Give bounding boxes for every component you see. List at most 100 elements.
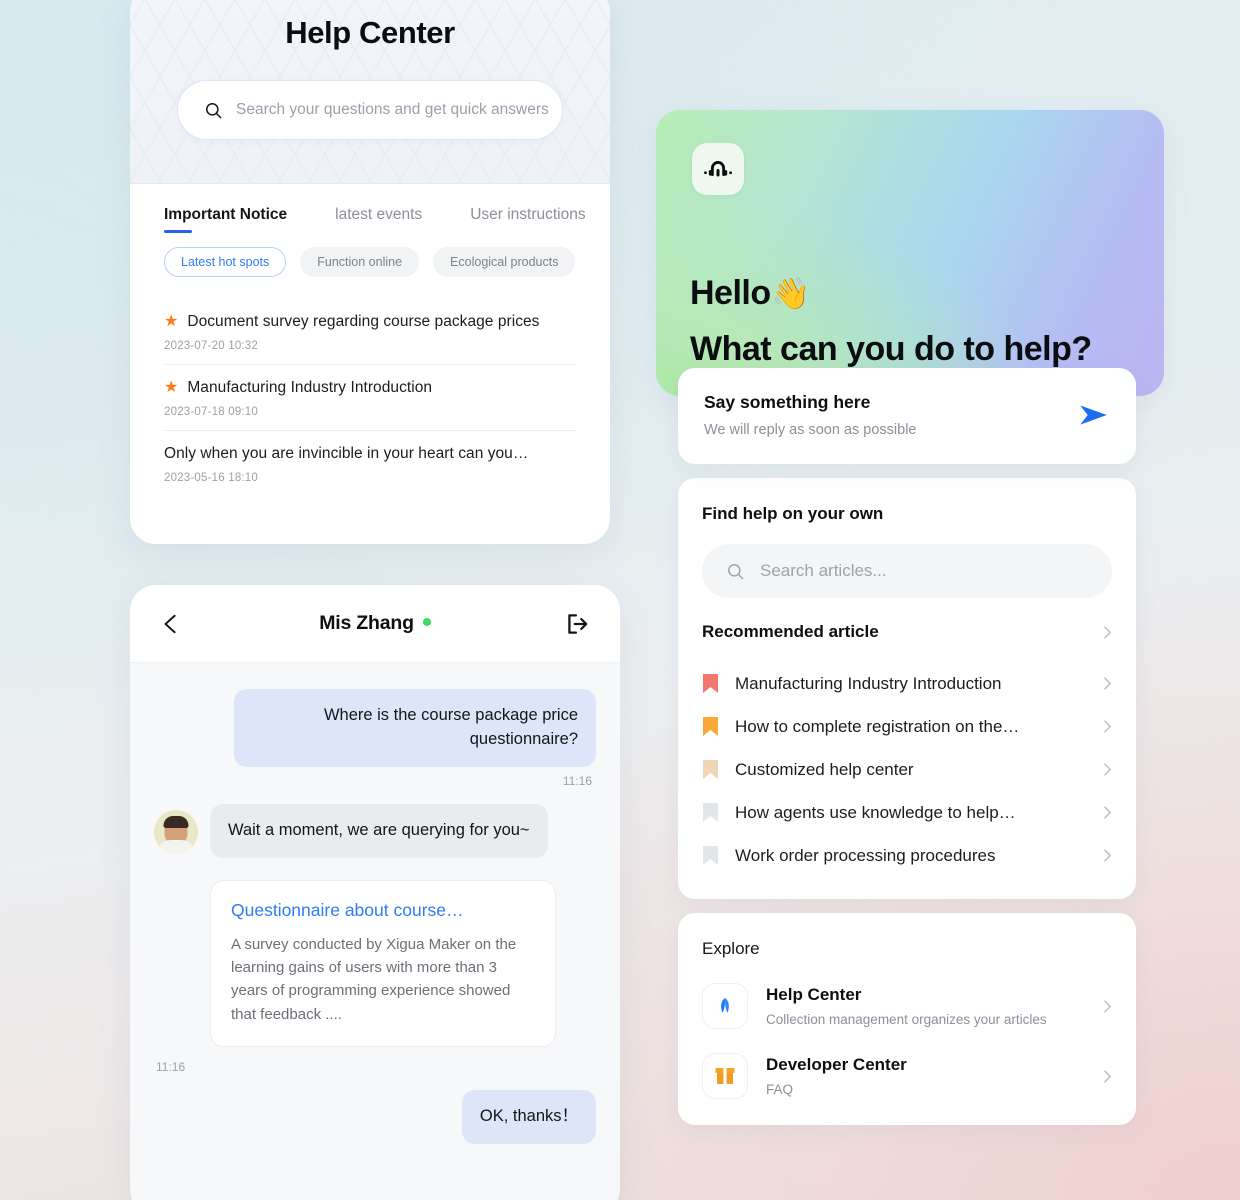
explore-card: Explore Help Center Collection managemen… — [678, 913, 1136, 1125]
chevron-right-icon — [1104, 625, 1111, 639]
explore-item-subtitle: Collection management organizes your art… — [766, 1012, 1047, 1027]
article-title: Work order processing procedures — [735, 845, 996, 865]
compose-subtitle: We will reply as soon as possible — [704, 422, 917, 438]
notice-item[interactable]: Only when you are invincible in your hea… — [164, 431, 576, 496]
contact-name-text: Mis Zhang — [319, 612, 414, 634]
message-bubble: OK, thanks！ — [461, 1089, 596, 1144]
greeting-text: Hello — [690, 274, 771, 312]
message-row-incoming: Wait a moment, we are querying for you~ — [154, 803, 596, 858]
chat-header: Mis Zhang — [130, 585, 620, 663]
explore-item-help-center[interactable]: Help Center Collection management organi… — [702, 983, 1112, 1029]
article-list: Manufacturing Industry Introduction How … — [702, 662, 1112, 877]
article-list-item[interactable]: How agents use knowledge to help… — [702, 791, 1112, 834]
chevron-right-icon — [1104, 677, 1111, 690]
article-title: Manufacturing Industry Introduction — [735, 673, 1002, 693]
explore-item-title: Developer Center — [766, 1055, 907, 1074]
notice-title: Manufacturing Industry Introduction — [187, 379, 433, 396]
help-center-hero: Help Center Search your questions and ge… — [130, 0, 610, 184]
chevron-right-icon — [1104, 1069, 1111, 1083]
article-title: How to complete registration on the… — [735, 716, 1020, 736]
package-icon — [702, 1053, 748, 1099]
message-timestamp: 11:16 — [156, 1059, 186, 1074]
article-preview-body: A survey conducted by Xigua Maker on the… — [231, 935, 517, 1023]
search-placeholder: Search your questions and get quick answ… — [236, 101, 549, 118]
widget-header: Hello 👋 What can you do to help? — [656, 110, 1164, 396]
search-icon — [728, 563, 744, 579]
explore-item-subtitle: FAQ — [766, 1082, 794, 1097]
find-help-card: Find help on your own Search articles...… — [678, 478, 1136, 899]
avatar-body — [157, 839, 195, 854]
chat-card: Mis Zhang Where is the course package pr… — [130, 585, 620, 1200]
bookmark-icon — [703, 803, 718, 822]
chevron-right-icon — [1104, 999, 1111, 1013]
article-preview-title[interactable]: Questionnaire about course… — [231, 900, 535, 921]
chip-latest-hot-spots[interactable]: Latest hot spots — [164, 247, 287, 277]
chevron-right-icon — [1104, 806, 1111, 819]
page-title: Help Center — [285, 15, 455, 50]
chat-messages: Where is the course package price questi… — [130, 663, 620, 1144]
tab-latest-events[interactable]: latest events — [335, 206, 422, 233]
article-list-item[interactable]: Manufacturing Industry Introduction — [702, 662, 1112, 705]
tab-important-notice[interactable]: Important Notice — [164, 206, 287, 233]
send-icon[interactable] — [1076, 398, 1110, 432]
compose-title: Say something here — [704, 392, 871, 412]
star-icon: ★ — [164, 379, 179, 396]
online-status-dot — [422, 618, 431, 626]
notice-title: Only when you are invincible in your hea… — [164, 445, 529, 462]
leaf-icon — [702, 983, 748, 1029]
explore-item-title: Help Center — [766, 985, 862, 1004]
notice-date: 2023-05-16 18:10 — [164, 472, 258, 484]
widget-logo — [692, 143, 744, 195]
greeting-line-2: What can you do to help? — [690, 330, 1092, 368]
bookmark-icon — [703, 760, 718, 779]
star-icon: ★ — [164, 313, 179, 330]
article-search-input[interactable]: Search articles... — [702, 544, 1112, 598]
article-list-item[interactable]: How to complete registration on the… — [702, 705, 1112, 748]
notice-title: Document survey regarding course package… — [187, 313, 540, 330]
notice-item[interactable]: ★ Document survey regarding course packa… — [164, 299, 576, 365]
article-list-item[interactable]: Customized help center — [702, 748, 1112, 791]
explore-title: Explore — [702, 939, 760, 958]
chip-function-online[interactable]: Function online — [300, 247, 420, 277]
chevron-right-icon — [1104, 720, 1111, 733]
search-icon — [206, 102, 222, 118]
tab-user-instructions[interactable]: User instructions — [470, 206, 585, 233]
article-preview-card[interactable]: Questionnaire about course… A survey con… — [210, 879, 556, 1047]
chip-ecological-products[interactable]: Ecological products — [433, 247, 576, 277]
help-center-card: Help Center Search your questions and ge… — [130, 0, 610, 544]
chevron-right-icon — [1104, 849, 1111, 862]
recommended-article-header[interactable]: Recommended article — [702, 622, 1112, 646]
bookmark-icon — [703, 717, 718, 736]
logout-icon[interactable] — [564, 611, 590, 637]
notice-date: 2023-07-18 09:10 — [164, 406, 258, 418]
article-title: How agents use knowledge to help… — [735, 802, 1016, 822]
article-search-placeholder: Search articles... — [760, 561, 887, 580]
notice-date: 2023-07-20 10:32 — [164, 340, 258, 352]
compose-card[interactable]: Say something here We will reply as soon… — [678, 368, 1136, 464]
chat-contact-name: Mis Zhang — [130, 612, 620, 635]
headset-icon — [704, 161, 732, 177]
notice-list: ★ Document survey regarding course packa… — [130, 299, 610, 496]
message-timestamp: 11:16 — [562, 773, 592, 788]
message-bubble: Where is the course package price questi… — [234, 689, 596, 767]
avatar — [154, 809, 198, 854]
search-input[interactable]: Search your questions and get quick answ… — [177, 80, 563, 140]
filter-chips: Latest hot spots Function online Ecologi… — [130, 233, 610, 277]
notice-tabs: Important Notice latest events User inst… — [130, 184, 610, 233]
explore-item-developer-center[interactable]: Developer Center FAQ — [702, 1053, 1112, 1099]
avatar-hair — [163, 815, 189, 828]
bookmark-icon — [703, 674, 718, 693]
message-bubble: Wait a moment, we are querying for you~ — [210, 803, 548, 858]
help-widget-panel: Hello 👋 What can you do to help? Say some… — [656, 110, 1164, 1125]
waving-hand-icon: 👋 — [771, 276, 811, 311]
chevron-right-icon — [1104, 763, 1111, 776]
notice-item[interactable]: ★ Manufacturing Industry Introduction 20… — [164, 365, 576, 431]
find-help-title: Find help on your own — [702, 504, 884, 523]
article-list-item[interactable]: Work order processing procedures — [702, 834, 1112, 877]
chevron-left-icon[interactable] — [160, 613, 182, 635]
article-title: Customized help center — [735, 759, 914, 779]
bookmark-icon — [703, 846, 718, 865]
recommended-article-label: Recommended article — [702, 622, 879, 641]
message-row-outgoing: OK, thanks！ — [154, 1089, 596, 1144]
greeting-line-1: Hello 👋 — [690, 274, 810, 313]
